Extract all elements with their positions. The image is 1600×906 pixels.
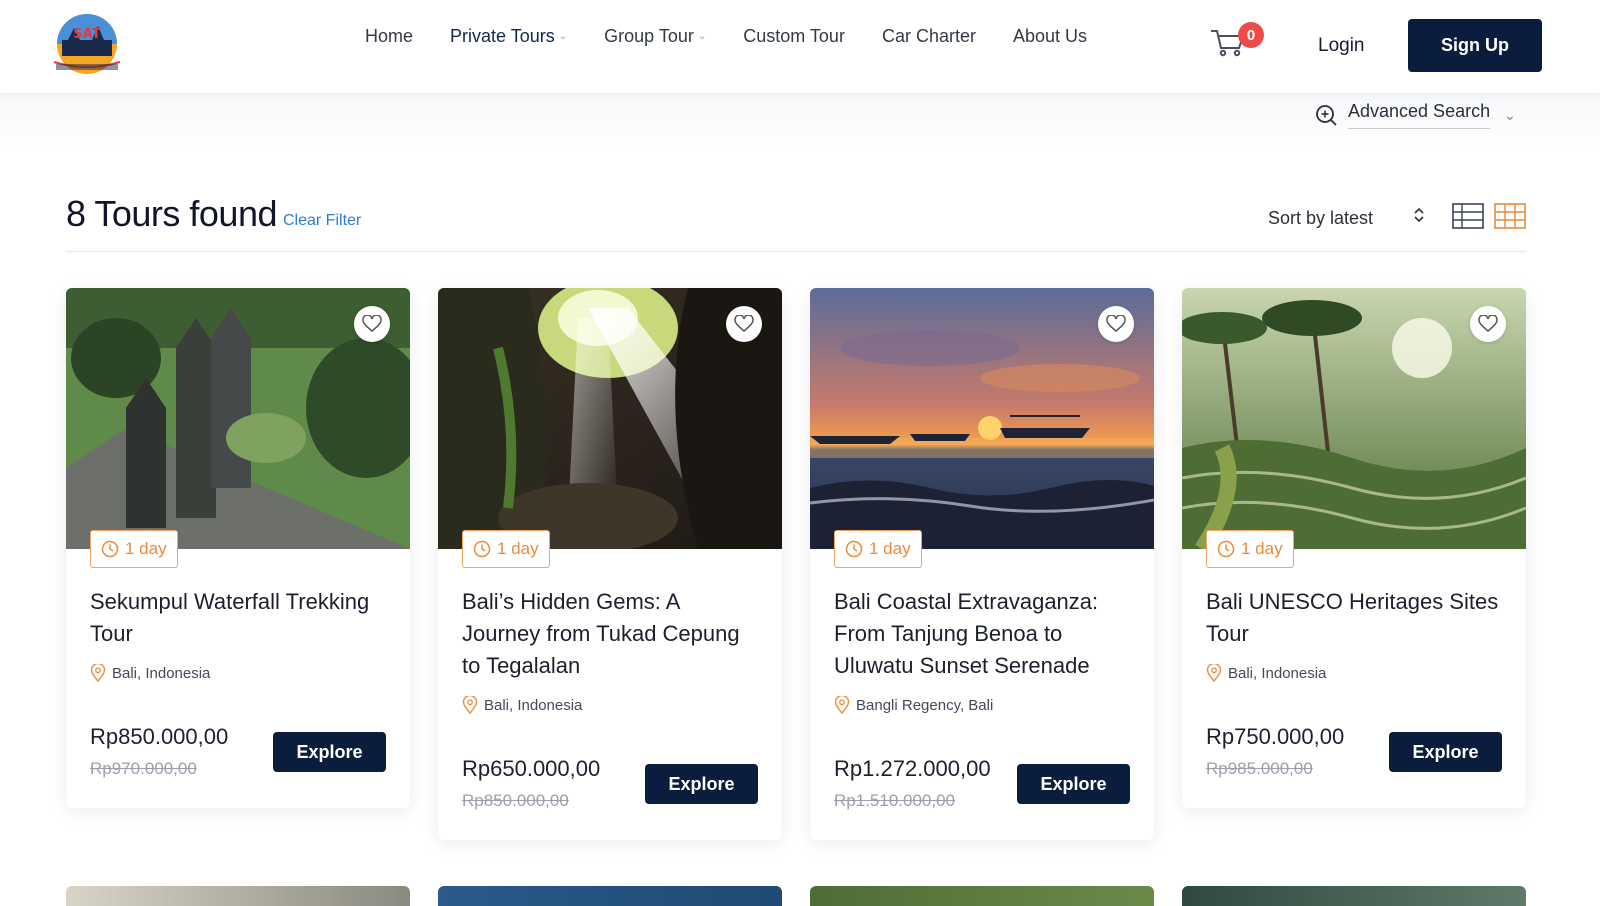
tour-location: Bali, Indonesia xyxy=(462,696,582,714)
nav-label: Group Tour xyxy=(604,26,694,46)
sort-select[interactable]: Sort by latest xyxy=(1268,208,1373,229)
explore-button[interactable]: Explore xyxy=(273,732,386,772)
duration-label: 1 day xyxy=(1241,539,1283,558)
grid-view-icon[interactable] xyxy=(1494,203,1526,229)
location-pin-icon xyxy=(1206,664,1222,682)
tour-title[interactable]: Bali’s Hidden Gems: A Journey from Tukad… xyxy=(462,586,762,682)
tour-card-peek xyxy=(438,886,782,906)
main-nav: Home Private Tours ⌄ Group Tour ⌄ Custom T… xyxy=(365,26,1124,47)
tour-card-peek xyxy=(66,886,410,906)
location-pin-icon xyxy=(90,664,106,682)
duration-badge: 1 day xyxy=(834,530,922,568)
nav-label: Custom Tour xyxy=(743,26,845,46)
tour-card[interactable]: 1 day Sekumpul Waterfall Trekking Tour B… xyxy=(66,288,410,808)
clear-filter-link[interactable]: Clear Filter xyxy=(283,212,361,230)
tour-image[interactable] xyxy=(438,288,782,549)
login-link[interactable]: Login xyxy=(1318,35,1365,57)
results-count: 8 Tours found xyxy=(66,193,278,234)
location-label: Bali, Indonesia xyxy=(112,664,211,682)
clock-icon xyxy=(845,540,863,558)
explore-button[interactable]: Explore xyxy=(1017,764,1130,804)
sort-arrows-icon[interactable] xyxy=(1412,205,1426,225)
tour-old-price: Rp985.000,00 xyxy=(1206,759,1313,778)
nav-car-charter[interactable]: Car Charter xyxy=(882,26,976,47)
clock-icon xyxy=(473,540,491,558)
nav-group-tour[interactable]: Group Tour ⌄ xyxy=(604,26,706,47)
tour-card[interactable]: 1 day Bali Coastal Extravaganza: From Ta… xyxy=(810,288,1154,840)
tour-old-price: Rp970.000,00 xyxy=(90,759,197,778)
tour-price: Rp850.000,00 xyxy=(90,724,229,749)
tour-location: Bali, Indonesia xyxy=(1206,664,1326,682)
cart-count-badge: 0 xyxy=(1238,22,1264,48)
tour-title[interactable]: Sekumpul Waterfall Trekking Tour xyxy=(90,586,390,650)
list-view-icon[interactable] xyxy=(1452,203,1484,229)
tour-price: Rp650.000,00 xyxy=(462,756,601,781)
nav-label: Car Charter xyxy=(881,26,976,46)
advanced-search-label: Advanced Search xyxy=(1348,101,1491,129)
wishlist-heart-icon[interactable] xyxy=(1098,306,1134,342)
tour-card[interactable]: 1 day Bali UNESCO Heritages Sites Tour B… xyxy=(1182,288,1526,808)
clock-icon xyxy=(101,540,119,558)
explore-button[interactable]: Explore xyxy=(645,764,758,804)
search-plus-icon xyxy=(1316,105,1337,126)
duration-label: 1 day xyxy=(869,539,911,558)
duration-label: 1 day xyxy=(125,539,167,558)
tour-location: Bali, Indonesia xyxy=(90,664,210,682)
signup-button[interactable]: Sign Up xyxy=(1408,19,1542,72)
tour-location: Bangli Regency, Bali xyxy=(834,696,993,714)
location-pin-icon xyxy=(834,696,850,714)
tour-title[interactable]: Bali Coastal Extravaganza: From Tanjung … xyxy=(834,586,1134,682)
wishlist-heart-icon[interactable] xyxy=(354,306,390,342)
tour-price: Rp1.272.000,00 xyxy=(834,756,991,781)
tour-image[interactable] xyxy=(1182,288,1526,549)
nav-home[interactable]: Home xyxy=(365,26,413,47)
tour-image[interactable] xyxy=(66,288,410,549)
clock-icon xyxy=(1217,540,1235,558)
svg-text:SAT: SAT xyxy=(73,27,100,42)
tour-card-peek xyxy=(810,886,1154,906)
explore-button[interactable]: Explore xyxy=(1389,732,1502,772)
chevron-down-icon: ⌄ xyxy=(558,31,568,42)
nav-label: Home xyxy=(365,26,414,46)
duration-badge: 1 day xyxy=(462,530,550,568)
duration-badge: 1 day xyxy=(1206,530,1294,568)
chevron-down-icon: ⌄ xyxy=(1504,106,1516,123)
tour-price: Rp750.000,00 xyxy=(1206,724,1345,749)
duration-label: 1 day xyxy=(497,539,539,558)
location-label: Bali, Indonesia xyxy=(1228,664,1327,682)
site-header: SAT Home Private Tours ⌄ Group Tour ⌄ Cust… xyxy=(0,0,1600,93)
results-divider xyxy=(66,251,1526,252)
tour-card[interactable]: 1 day Bali’s Hidden Gems: A Journey from… xyxy=(438,288,782,840)
tour-image[interactable] xyxy=(810,288,1154,549)
wishlist-heart-icon[interactable] xyxy=(1470,306,1506,342)
site-logo[interactable]: SAT xyxy=(48,10,126,80)
nav-private-tours[interactable]: Private Tours ⌄ xyxy=(450,26,567,47)
chevron-down-icon: ⌄ xyxy=(697,31,707,42)
nav-custom-tour[interactable]: Custom Tour xyxy=(743,26,845,47)
nav-label: About Us xyxy=(1012,26,1088,46)
tour-old-price: Rp850.000,00 xyxy=(462,791,569,810)
nav-label: Private Tours xyxy=(450,26,555,46)
location-pin-icon xyxy=(462,696,478,714)
nav-about-us[interactable]: About Us xyxy=(1013,26,1087,47)
tour-card-peek xyxy=(1182,886,1526,906)
tour-old-price: Rp1.510.000,00 xyxy=(834,791,955,810)
tour-title[interactable]: Bali UNESCO Heritages Sites Tour xyxy=(1206,586,1506,650)
wishlist-heart-icon[interactable] xyxy=(726,306,762,342)
location-label: Bali, Indonesia xyxy=(484,696,583,714)
location-label: Bangli Regency, Bali xyxy=(856,696,994,714)
duration-badge: 1 day xyxy=(90,530,178,568)
advanced-search-toggle[interactable]: Advanced Search ⌄ xyxy=(1314,101,1516,129)
